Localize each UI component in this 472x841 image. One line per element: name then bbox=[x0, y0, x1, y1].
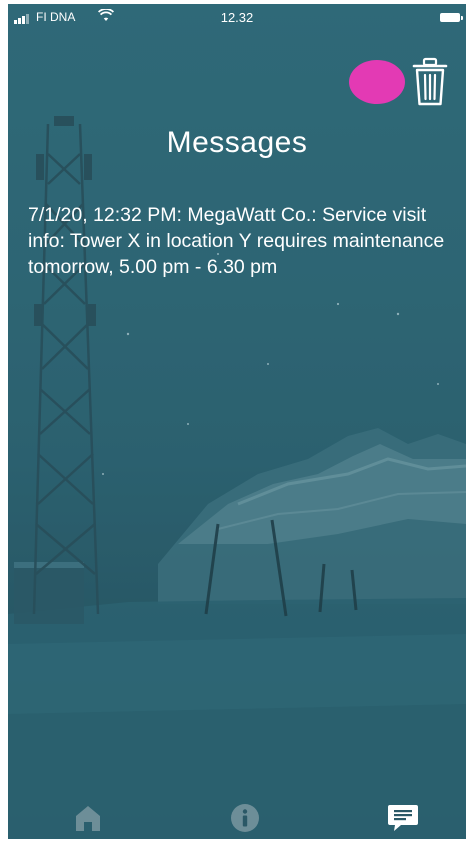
app-screen: FI DNA 12.32 Messages 7/1/20, 12:32 PM: … bbox=[8, 4, 466, 839]
tab-home[interactable] bbox=[70, 802, 106, 834]
page-title: Messages bbox=[166, 126, 308, 159]
pink-dot-button[interactable] bbox=[349, 60, 405, 104]
message-icon bbox=[388, 805, 418, 831]
message-item: 7/1/20, 12:32 PM: MegaWatt Co.: Service … bbox=[28, 204, 445, 278]
tab-info[interactable] bbox=[227, 802, 263, 834]
tab-bar bbox=[8, 796, 466, 839]
status-time: 12.32 bbox=[220, 10, 254, 25]
trash-icon[interactable] bbox=[412, 56, 448, 108]
battery-icon bbox=[440, 13, 463, 22]
tab-messages[interactable] bbox=[385, 802, 421, 834]
status-bar: FI DNA 12.32 bbox=[8, 4, 466, 30]
info-icon bbox=[231, 804, 259, 832]
home-icon bbox=[76, 806, 100, 831]
